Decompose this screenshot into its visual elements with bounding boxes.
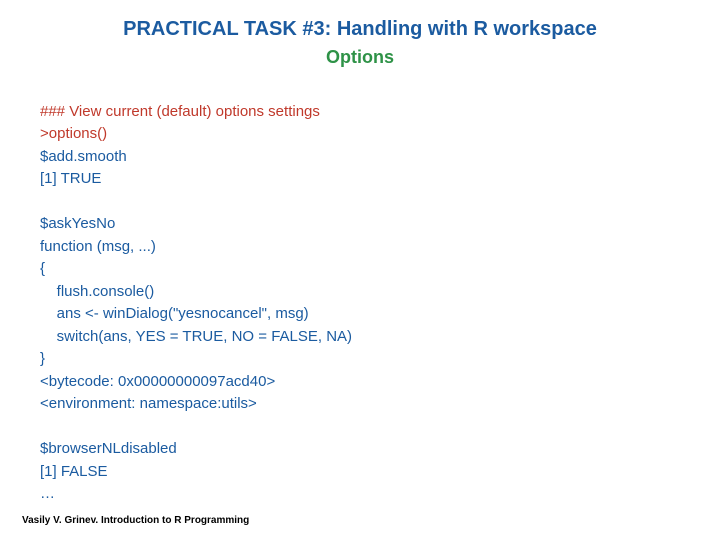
output-line: function (msg, ...) (40, 238, 156, 255)
slide: PRACTICAL TASK #3: Handling with R works… (0, 0, 720, 540)
output-line: … (40, 485, 55, 502)
output-line: flush.console() (40, 283, 154, 300)
output-line: [1] TRUE (40, 170, 101, 187)
output-line: <bytecode: 0x00000000097acd40> (40, 373, 275, 390)
output-line: $askYesNo (40, 215, 115, 232)
output-line: switch(ans, YES = TRUE, NO = FALSE, NA) (40, 328, 352, 345)
output-line: [1] FALSE (40, 463, 108, 480)
footer-text: Vasily V. Grinev. Introduction to R Prog… (22, 515, 249, 526)
output-line: $browserNLdisabled (40, 440, 177, 457)
output-line: ans <- winDialog("yesnocancel", msg) (40, 305, 309, 322)
code-block: ### View current (default) options setti… (40, 78, 680, 506)
output-line: } (40, 350, 45, 367)
slide-subtitle: Options (40, 47, 680, 68)
code-comment: ### View current (default) options setti… (40, 103, 320, 120)
output-line: <environment: namespace:utils> (40, 395, 257, 412)
output-line: { (40, 260, 45, 277)
output-line: $add.smooth (40, 148, 127, 165)
code-command: >options() (40, 125, 107, 142)
slide-title: PRACTICAL TASK #3: Handling with R works… (40, 18, 680, 41)
